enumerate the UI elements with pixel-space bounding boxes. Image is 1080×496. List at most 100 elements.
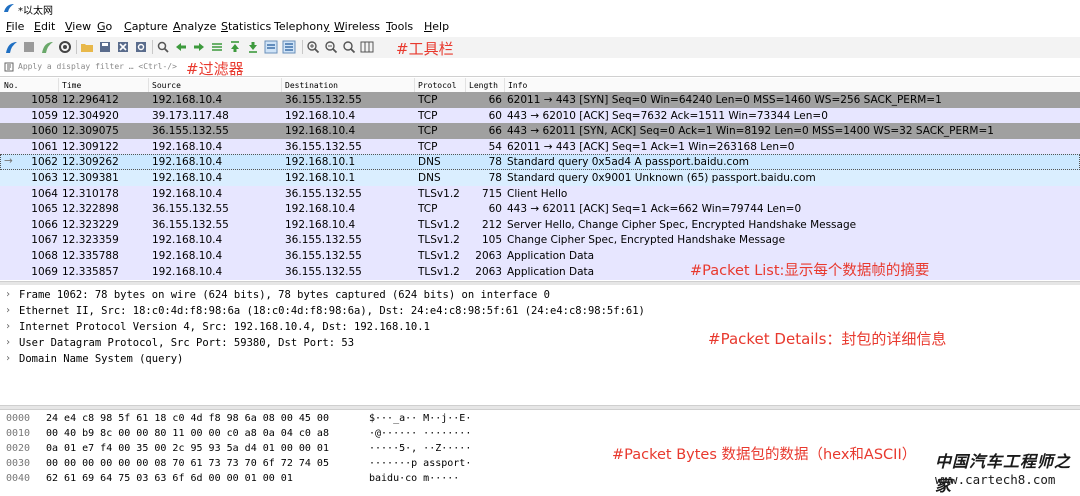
filter-input[interactable]: Apply a display filter … <Ctrl-/> [18,62,177,71]
packet-destination: 36.155.132.55 [285,140,362,153]
normal-size-icon[interactable] [342,40,356,54]
go-forward-icon[interactable] [192,40,206,54]
column-header-time[interactable]: Time [62,81,81,90]
chevron-right-icon[interactable]: › [5,289,11,300]
packet-number: 1059 [31,109,58,122]
detail-tree-item[interactable]: › Frame 1062: 78 bytes on wire (624 bits)… [0,287,1080,303]
chevron-right-icon[interactable]: › [5,337,11,348]
packet-info: 443 → 62010 [ACK] Seq=7632 Ack=1511 Win=… [507,109,828,122]
packet-number: 1063 [31,172,58,184]
packet-row[interactable]: 1066 12.323229 36.155.132.55 192.168.10.4 TL… [0,216,1080,233]
packet-row[interactable]: 1067 12.323359 192.168.10.4 36.155.132.55 TL… [0,232,1080,249]
packet-info: 443 → 62011 [ACK] Seq=1 Ack=662 Win=7974… [507,203,802,216]
packet-row[interactable]: 1059 12.304920 39.173.117.48 192.168.10.4 TC… [0,107,1080,124]
capture-options-icon[interactable] [58,40,72,54]
ascii-bytes: baidu·co m····· [369,473,460,484]
colorize-icon[interactable] [282,40,296,54]
column-header-no[interactable]: No. [4,81,18,90]
packet-number: 1062 [31,156,58,169]
packet-destination: 36.155.132.55 [285,94,362,106]
save-file-icon[interactable] [98,40,112,54]
packet-number: 1068 [31,250,58,262]
packet-destination: 192.168.10.1 [285,156,356,169]
packet-length: 60 [488,203,502,216]
packet-length: 2063 [475,250,502,262]
packet-row[interactable]: 1058 12.296412 192.168.10.4 36.155.132.55 TC… [0,92,1080,108]
packet-source: 192.168.10.4 [152,265,223,278]
packet-length: 66 [488,94,502,106]
packet-length: 2063 [475,265,502,278]
detail-tree-item[interactable]: › Domain Name System (query) [0,351,1080,367]
menu-item-analyze[interactable]: Analyze [173,20,216,33]
reload-file-icon[interactable] [134,40,148,54]
hex-offset: 0020 [6,443,31,454]
packet-time: 12.323359 [62,234,119,247]
find-packet-icon[interactable] [156,40,170,54]
column-header-protocol[interactable]: Protocol [418,81,457,90]
packet-row[interactable]: 1063 12.309381 192.168.10.4 192.168.10.1 DNS… [0,170,1080,186]
menu-item-edit[interactable]: Edit [34,20,55,33]
packet-length: 78 [488,172,502,184]
menu-item-help[interactable]: Help [424,20,449,33]
chevron-right-icon[interactable]: › [5,353,11,364]
packet-number: 1065 [31,203,58,216]
column-header-destination[interactable]: Destination [285,81,338,90]
start-capture-icon[interactable] [4,40,18,54]
column-header-length[interactable]: Length [469,81,498,90]
menu-item-telephony[interactable]: Telephony [274,20,330,33]
display-filter-bar[interactable]: Apply a display filter … <Ctrl-/> [0,58,1080,77]
go-back-icon[interactable] [174,40,188,54]
ascii-bytes: ·@······ ········ [369,428,472,439]
packet-destination: 192.168.10.4 [285,125,356,138]
stop-capture-icon[interactable] [22,40,36,54]
packet-info: Client Hello [507,187,568,200]
packet-row[interactable]: 1064 12.310178 192.168.10.4 36.155.132.55 TL… [0,185,1080,202]
packet-number: 1058 [31,94,58,106]
detail-tree-item[interactable]: › Ethernet II, Src: 18:c0:4d:f8:98:6a (18… [0,303,1080,319]
packet-info: 62011 → 443 [SYN] Seq=0 Win=64240 Len=0 … [507,94,942,106]
packet-row[interactable]: 1060 12.309075 36.155.132.55 192.168.10.4 TC… [0,123,1080,140]
packet-info: Application Data [507,250,595,262]
hex-offset: 0040 [6,473,31,484]
menu-item-file[interactable]: File [6,20,24,33]
packet-row[interactable]: 1061 12.309122 192.168.10.4 36.155.132.55 TC… [0,138,1080,155]
menu-item-capture[interactable]: Capture [124,20,168,33]
open-file-icon[interactable] [80,40,94,54]
packet-destination: 36.155.132.55 [285,265,362,278]
packet-length: 60 [488,109,502,122]
column-header-info[interactable]: Info [508,81,527,90]
menu-item-wireless[interactable]: Wireless [334,20,380,33]
packet-list-annotation: #Packet List:显示每个数据帧的摘要 [690,263,930,279]
go-first-packet-icon[interactable] [228,40,242,54]
packet-length: 54 [488,140,502,153]
go-last-packet-icon[interactable] [246,40,260,54]
column-header-source[interactable]: Source [152,81,181,90]
restart-capture-icon[interactable] [40,40,54,54]
packet-info: Server Hello, Change Cipher Spec, Encryp… [507,218,857,231]
packet-info: Application Data [507,265,595,278]
detail-tree-label: User Datagram Protocol, Src Port: 59380,… [19,337,355,349]
menu-item-statistics[interactable]: Statistics [221,20,271,33]
menu-item-view[interactable]: View [65,20,91,33]
packet-protocol: TCP [418,109,438,122]
hex-offset: 0010 [6,428,31,439]
packet-time: 12.309381 [62,172,119,184]
close-file-icon[interactable] [116,40,130,54]
packet-row[interactable]: → 1062 12.309262 192.168.10.4 192.168.10.1 DN… [0,154,1080,171]
packet-protocol: DNS [418,172,441,184]
packet-protocol: TCP [418,94,438,106]
menu-item-go[interactable]: Go [97,20,112,33]
packet-time: 12.310178 [62,187,119,200]
hex-offset: 0000 [6,413,31,424]
resize-columns-icon[interactable] [360,40,374,54]
zoom-in-icon[interactable] [306,40,320,54]
go-to-packet-icon[interactable] [210,40,224,54]
chevron-right-icon[interactable]: › [5,321,11,332]
zoom-out-icon[interactable] [324,40,338,54]
packet-row[interactable]: 1065 12.322898 36.155.132.55 192.168.10.4 TC… [0,201,1080,218]
auto-scroll-icon[interactable] [264,40,278,54]
bookmark-icon[interactable] [4,62,14,72]
menu-item-tools[interactable]: Tools [386,20,413,33]
chevron-right-icon[interactable]: › [5,305,11,316]
main-toolbar [0,37,1080,59]
